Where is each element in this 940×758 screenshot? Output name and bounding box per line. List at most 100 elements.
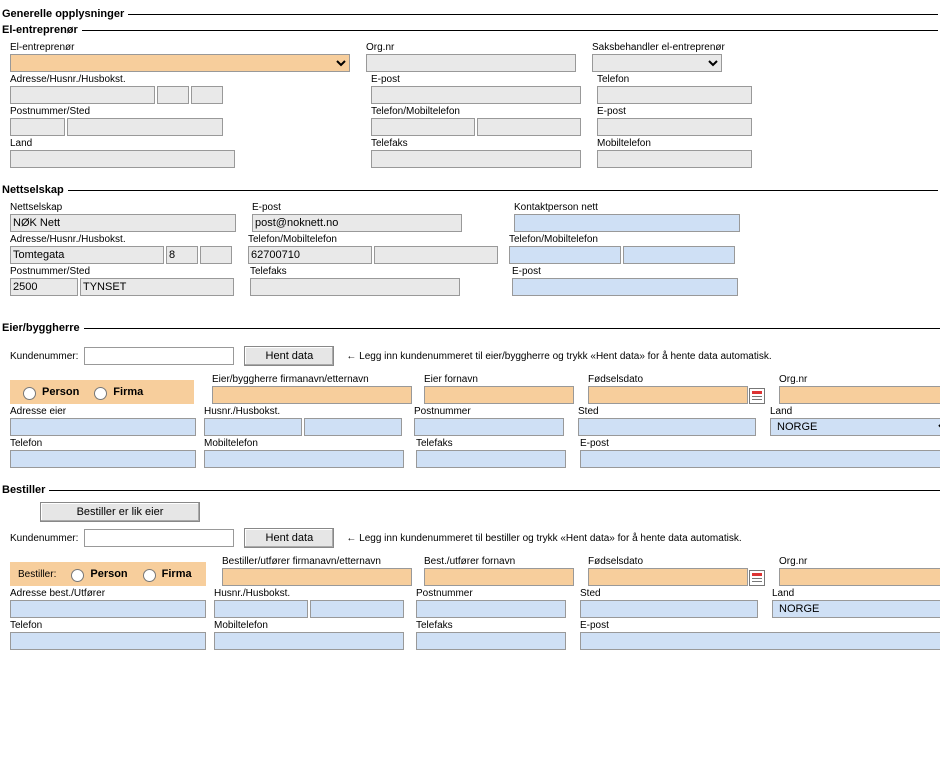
label-el-poststed: Postnummer/Sted	[10, 106, 223, 117]
input-best-husnr[interactable]	[214, 600, 308, 618]
input-best-sted[interactable]	[580, 600, 758, 618]
input-nett-telefaks[interactable]	[250, 278, 460, 296]
input-el-husbokst[interactable]	[191, 86, 223, 104]
input-el-orgnr[interactable]	[366, 54, 576, 72]
input-best-telefon[interactable]	[10, 632, 206, 650]
input-eier-sted[interactable]	[578, 418, 756, 436]
section-nett: Nettselskap Nettselskap E-post Kontaktpe…	[2, 184, 938, 306]
input-el-mobil[interactable]	[597, 150, 752, 168]
legend-eier: Eier/byggherre	[2, 322, 84, 334]
input-nett-postnr[interactable]	[10, 278, 78, 296]
input-el-telefaks[interactable]	[371, 150, 581, 168]
section-el: El-entreprenør El-entreprenør Org.nr Sak…	[2, 24, 938, 178]
label-eier-firmanavn: Eier/byggherre firmanavn/etternavn	[212, 374, 412, 385]
input-nett-kontakt[interactable]	[514, 214, 740, 232]
input-eier-kunde[interactable]	[84, 347, 234, 365]
label-best-telefaks: Telefaks	[416, 620, 566, 631]
input-nett-telefon[interactable]	[248, 246, 372, 264]
input-best-kunde[interactable]	[84, 529, 234, 547]
input-el-land[interactable]	[10, 150, 235, 168]
input-el-sb-telefon[interactable]	[371, 118, 475, 136]
input-best-mobil[interactable]	[214, 632, 404, 650]
input-best-fodsel[interactable]	[588, 568, 748, 586]
input-eier-husbokst[interactable]	[304, 418, 402, 436]
hint-eier: ← Legg inn kundenummeret til eier/bygghe…	[346, 351, 771, 362]
button-eier-hent[interactable]: Hent data	[244, 346, 334, 366]
input-eier-fodsel[interactable]	[588, 386, 748, 404]
label-nett-telmob: Telefon/Mobiltelefon	[248, 234, 498, 245]
label-eier-husnr: Husnr./Husbokst.	[204, 406, 402, 417]
label-el-sb-epost: E-post	[597, 106, 752, 117]
radio-eier-firma[interactable]	[94, 387, 107, 400]
input-best-fornavn[interactable]	[424, 568, 574, 586]
input-eier-epost[interactable]	[580, 450, 940, 468]
input-nett-sted[interactable]	[80, 278, 234, 296]
input-eier-firmanavn[interactable]	[212, 386, 412, 404]
input-nett-kontakt-epost[interactable]	[512, 278, 738, 296]
section-eier: Eier/byggherre Kundenummer: Hent data ← …	[2, 322, 940, 478]
label-best-kunde: Kundenummer:	[10, 533, 78, 544]
input-el-sted[interactable]	[67, 118, 223, 136]
input-el-sb-mobil[interactable]	[477, 118, 581, 136]
calendar-icon[interactable]	[749, 388, 765, 404]
input-eier-postnr[interactable]	[414, 418, 564, 436]
button-best-hent[interactable]: Hent data	[244, 528, 334, 548]
input-el-sb-epost[interactable]	[597, 118, 752, 136]
input-best-husbokst[interactable]	[310, 600, 404, 618]
label-el-mobil: Mobiltelefon	[597, 138, 752, 149]
input-el-husnr[interactable]	[157, 86, 189, 104]
radio-best-person[interactable]	[71, 569, 84, 582]
label-best-sted: Sted	[580, 588, 758, 599]
calendar-icon[interactable]	[749, 570, 765, 586]
label-el-telefon: Telefon	[597, 74, 752, 85]
legend-nett: Nettselskap	[2, 184, 68, 196]
input-nett-selskap[interactable]	[10, 214, 236, 232]
input-nett-kontakt-mob[interactable]	[623, 246, 735, 264]
input-el-epost[interactable]	[371, 86, 581, 104]
input-best-postnr[interactable]	[416, 600, 566, 618]
select-best-land[interactable]: NORGE	[772, 600, 940, 618]
input-nett-epost[interactable]	[252, 214, 462, 232]
legend-el: El-entreprenør	[2, 24, 82, 36]
section-general: Generelle opplysninger El-entreprenør El…	[2, 8, 938, 316]
label-best-land: Land	[772, 588, 940, 599]
input-best-firmanavn[interactable]	[222, 568, 412, 586]
input-eier-mobil[interactable]	[204, 450, 404, 468]
radio-best-firma[interactable]	[143, 569, 156, 582]
input-eier-husnr[interactable]	[204, 418, 302, 436]
radio-best-type: Bestiller: Person Firma	[10, 562, 206, 586]
input-nett-husbokst[interactable]	[200, 246, 232, 264]
radio-eier-type: Person Firma	[10, 380, 194, 404]
label-nett-poststed: Postnummer/Sted	[10, 266, 234, 277]
input-best-telefaks[interactable]	[416, 632, 566, 650]
label-el-telmob: Telefon/Mobiltelefon	[371, 106, 581, 117]
input-el-adresse[interactable]	[10, 86, 155, 104]
input-el-postnr[interactable]	[10, 118, 65, 136]
select-el-entreprenor[interactable]	[10, 54, 350, 72]
input-nett-husnr[interactable]	[166, 246, 198, 264]
select-eier-land[interactable]: NORGE	[770, 418, 940, 436]
input-best-adresse[interactable]	[10, 600, 206, 618]
input-nett-mobil[interactable]	[374, 246, 498, 264]
input-el-telefon[interactable]	[597, 86, 752, 104]
input-eier-adresse[interactable]	[10, 418, 196, 436]
input-best-orgnr[interactable]	[779, 568, 940, 586]
button-lik-eier[interactable]: Bestiller er lik eier	[40, 502, 200, 522]
input-best-epost[interactable]	[580, 632, 940, 650]
label-el-orgnr: Org.nr	[366, 42, 576, 53]
label-nett-adresse: Adresse/Husnr./Husbokst.	[10, 234, 232, 245]
label-bestiller-caption: Bestiller:	[18, 569, 56, 580]
label-best-epost: E-post	[580, 620, 940, 631]
label-best-adresse: Adresse best./Utfører	[10, 588, 206, 599]
label-best-fornavn: Best./utfører fornavn	[424, 556, 574, 567]
label-el-telefaks: Telefaks	[371, 138, 581, 149]
input-nett-kontakt-tel[interactable]	[509, 246, 621, 264]
label-best-postnr: Postnummer	[416, 588, 566, 599]
input-eier-orgnr[interactable]	[779, 386, 940, 404]
radio-eier-person[interactable]	[23, 387, 36, 400]
input-eier-telefon[interactable]	[10, 450, 196, 468]
input-eier-telefaks[interactable]	[416, 450, 566, 468]
input-nett-adresse[interactable]	[10, 246, 164, 264]
select-el-saksbehandler[interactable]	[592, 54, 722, 72]
input-eier-fornavn[interactable]	[424, 386, 574, 404]
